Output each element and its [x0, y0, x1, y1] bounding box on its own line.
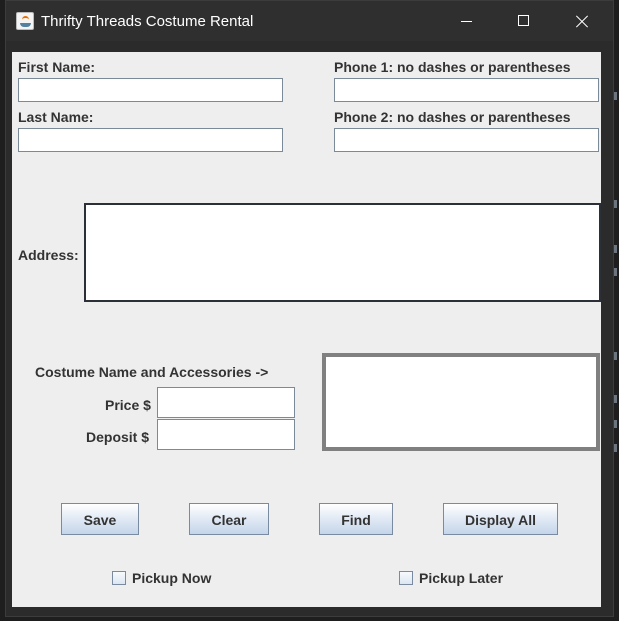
- window-title: Thrifty Threads Costume Rental: [41, 13, 254, 30]
- display-all-button-label: Display All: [464, 512, 537, 528]
- deposit-field[interactable]: [157, 419, 295, 450]
- costume-label: Costume Name and Accessories ->: [35, 364, 269, 380]
- costume-textarea[interactable]: [322, 353, 600, 451]
- first-name-field[interactable]: [18, 78, 283, 102]
- pickup-now-label[interactable]: Pickup Now: [132, 570, 211, 586]
- price-label: Price $: [105, 397, 151, 413]
- price-field[interactable]: [157, 387, 295, 418]
- address-textarea[interactable]: [84, 203, 601, 302]
- pickup-now-box[interactable]: [112, 571, 126, 585]
- find-button[interactable]: Find: [319, 503, 393, 535]
- clear-button[interactable]: Clear: [189, 503, 269, 535]
- pickup-later-box[interactable]: [399, 571, 413, 585]
- java-icon: [16, 12, 34, 30]
- address-label: Address:: [18, 247, 79, 263]
- phone2-field[interactable]: [334, 128, 599, 152]
- last-name-label: Last Name:: [18, 109, 94, 125]
- form-panel: First Name: Phone 1: no dashes or parent…: [12, 52, 601, 607]
- find-button-label: Find: [341, 512, 371, 528]
- display-all-button[interactable]: Display All: [443, 503, 558, 535]
- first-name-label: First Name:: [18, 59, 96, 75]
- close-icon[interactable]: [559, 1, 605, 41]
- phone2-label: Phone 2: no dashes or parentheses: [334, 109, 571, 125]
- phone1-label: Phone 1: no dashes or parentheses: [334, 59, 571, 75]
- save-button-label: Save: [83, 512, 117, 528]
- minimize-icon[interactable]: [443, 1, 489, 41]
- title-bar[interactable]: Thrifty Threads Costume Rental: [6, 1, 613, 41]
- deposit-label: Deposit $: [86, 429, 150, 445]
- maximize-icon[interactable]: [500, 1, 546, 41]
- pickup-later-label[interactable]: Pickup Later: [419, 570, 503, 586]
- last-name-field[interactable]: [18, 128, 283, 152]
- clear-button-label: Clear: [211, 512, 247, 528]
- phone1-field[interactable]: [334, 78, 599, 102]
- save-button[interactable]: Save: [61, 503, 139, 535]
